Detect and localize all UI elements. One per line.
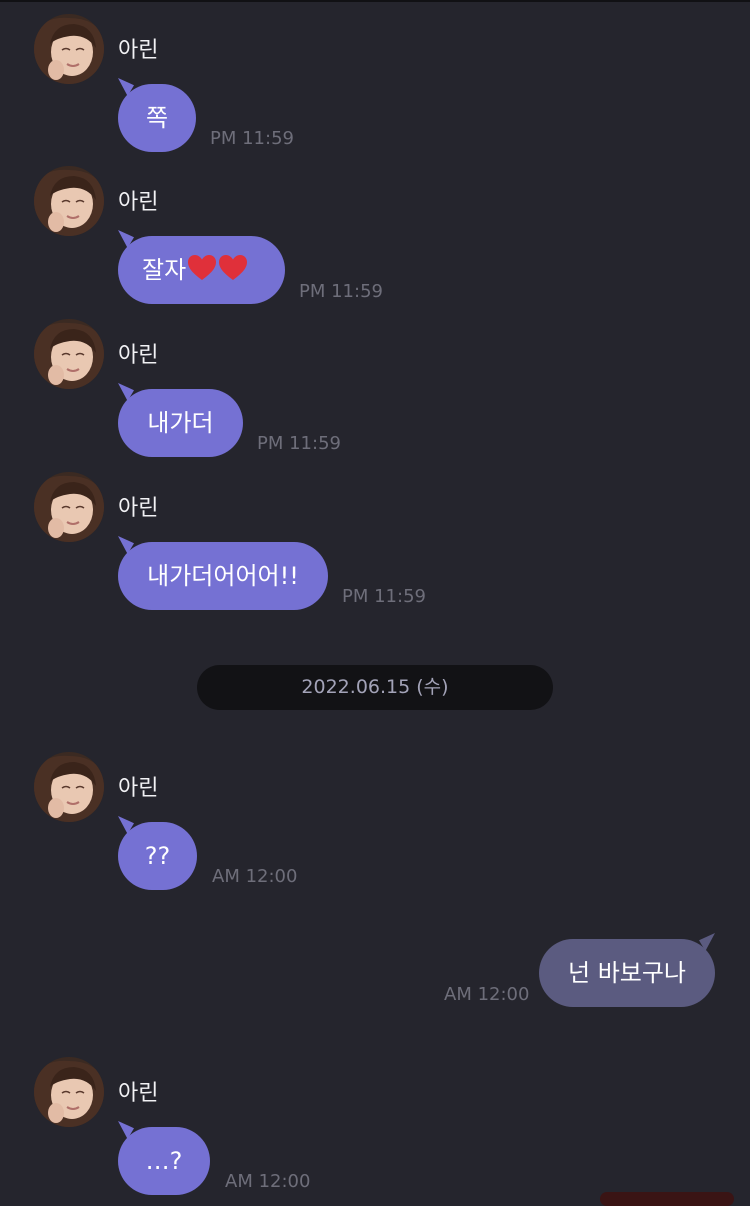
avatar-photo [34, 166, 104, 236]
message-bubble[interactable]: 내가더 [118, 389, 243, 457]
avatar[interactable] [34, 166, 104, 236]
avatar[interactable] [34, 1057, 104, 1127]
message-text: …? [145, 1147, 183, 1175]
date-divider: 2022.06.15 (수) [197, 665, 553, 710]
message-bubble[interactable]: 잘자 [118, 236, 285, 304]
message-text: 내가더어어어!! [147, 562, 299, 590]
message-time: PM 11:59 [257, 433, 341, 454]
message-time: AM 12:00 [212, 866, 298, 887]
message-bubble[interactable]: 쪽 [118, 84, 196, 152]
sender-name: 아린 [118, 1081, 159, 1106]
heart-icon [218, 254, 248, 282]
message-time: PM 11:59 [299, 281, 383, 302]
message-time: PM 11:59 [210, 128, 294, 149]
message-text: 넌 바보구나 [567, 959, 687, 987]
message-bubble[interactable]: ?? [118, 822, 197, 890]
top-border [0, 0, 750, 2]
message-time: AM 12:00 [444, 984, 530, 1005]
avatar-photo [34, 752, 104, 822]
avatar[interactable] [34, 472, 104, 542]
heart-icon [187, 254, 217, 282]
message-bubble[interactable]: 내가더어어어!! [118, 542, 328, 610]
avatar[interactable] [34, 14, 104, 84]
message-bubble[interactable]: …? [118, 1127, 210, 1195]
avatar[interactable] [34, 752, 104, 822]
message-text: 쪽 [145, 104, 169, 132]
bottom-badge [600, 1192, 734, 1206]
avatar-photo [34, 472, 104, 542]
avatar-photo [34, 14, 104, 84]
sender-name: 아린 [118, 776, 159, 801]
sender-name: 아린 [118, 190, 159, 215]
avatar-photo [34, 319, 104, 389]
sender-name: 아린 [118, 38, 159, 63]
avatar[interactable] [34, 319, 104, 389]
sender-name: 아린 [118, 343, 159, 368]
message-text: 내가더 [147, 409, 214, 437]
message-time: PM 11:59 [342, 586, 426, 607]
message-time: AM 12:00 [225, 1171, 311, 1192]
avatar-photo [34, 1057, 104, 1127]
message-text: ?? [144, 842, 171, 870]
sender-name: 아린 [118, 496, 159, 521]
message-bubble-outgoing[interactable]: 넌 바보구나 [539, 939, 715, 1007]
message-text: 잘자 [142, 256, 187, 284]
